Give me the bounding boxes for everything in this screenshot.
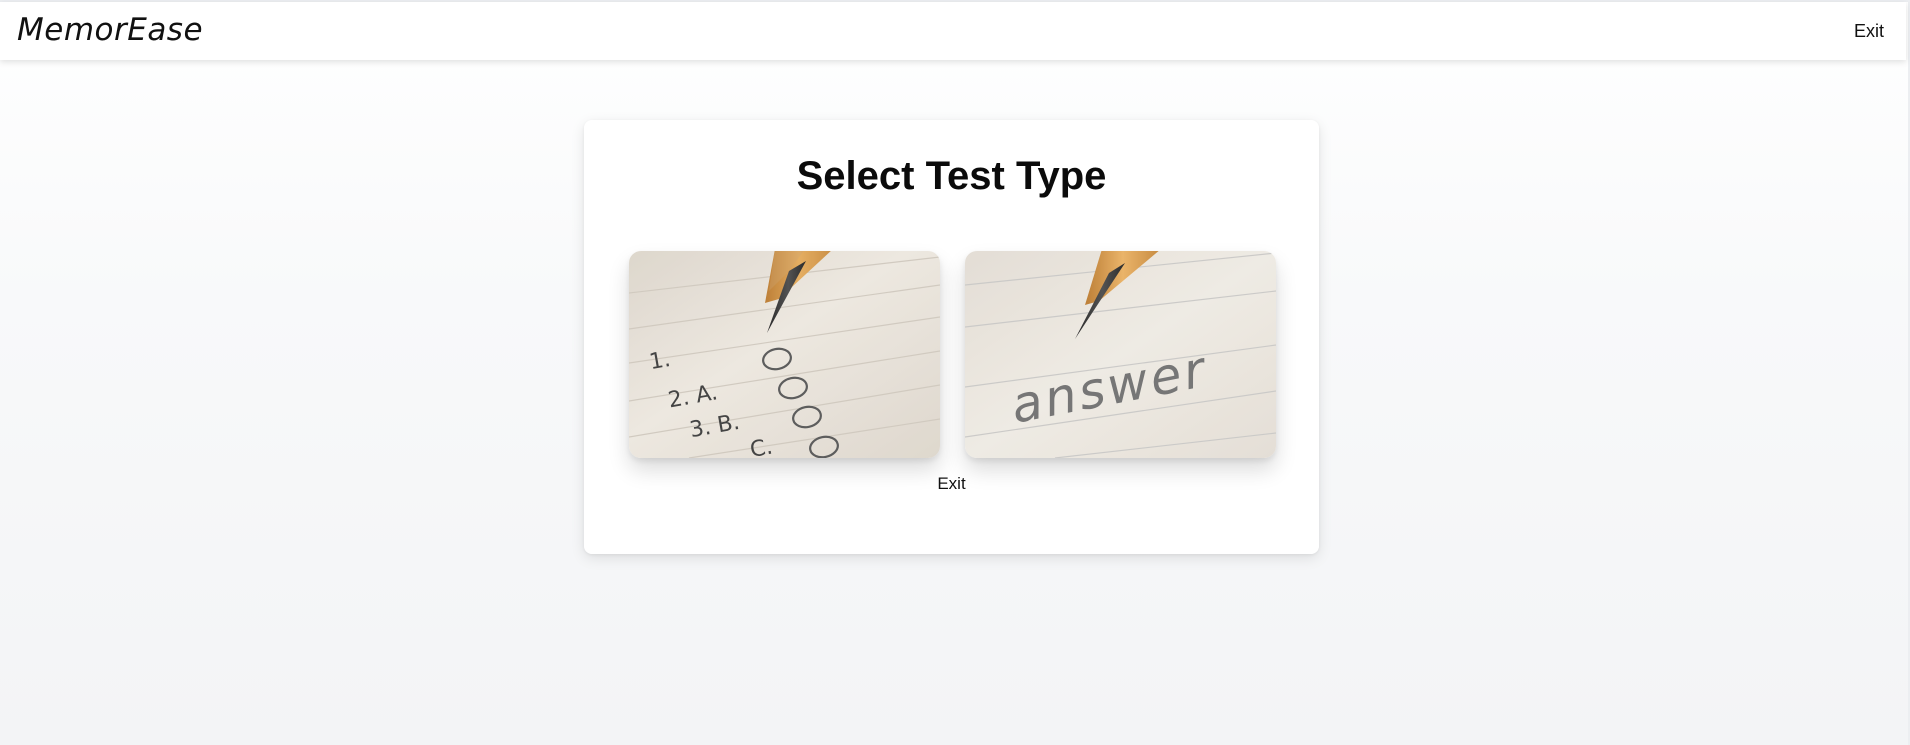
top-navbar: MemorEase Exit: [0, 2, 1906, 60]
card-exit-container: Exit: [584, 474, 1319, 494]
page-title: Select Test Type: [796, 154, 1107, 198]
test-type-card: Select Test Type 1. 2. A. 3. B. C. answe…: [584, 120, 1319, 554]
header-exit-button[interactable]: Exit: [1854, 21, 1884, 42]
multiple-choice-option[interactable]: 1. 2. A. 3. B. C.: [629, 251, 940, 458]
written-answer-option[interactable]: answer: [965, 251, 1276, 458]
app-logo[interactable]: MemorEase: [17, 12, 203, 48]
written-answer-image: answer: [965, 251, 1276, 458]
card-exit-link[interactable]: Exit: [937, 474, 965, 493]
multiple-choice-image: 1. 2. A. 3. B. C.: [629, 251, 940, 458]
